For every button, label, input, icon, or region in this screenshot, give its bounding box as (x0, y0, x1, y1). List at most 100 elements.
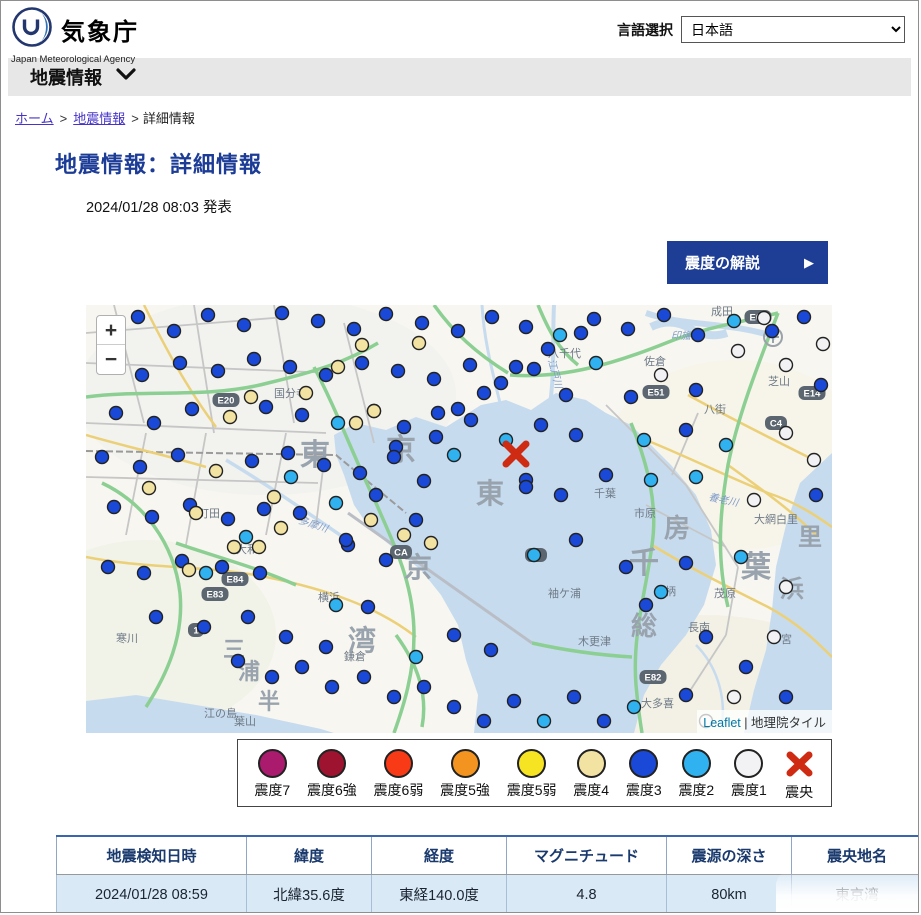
zoom-in-button[interactable]: + (97, 316, 125, 345)
intensity-dot (476, 385, 492, 401)
published-datetime: 2024/01/28 08:03 発表 (86, 200, 232, 216)
table-row: 2024/01/28 08:59 北緯35.6度 東経140.0度 4.8 80km 東京… (56, 874, 918, 912)
intensity-dot (264, 669, 280, 685)
intensity-dot (778, 579, 794, 595)
intensity-dot (170, 447, 186, 463)
earthquake-info-menu[interactable]: 地震情報 (8, 58, 911, 96)
intensity-dot (256, 501, 272, 517)
map-town-label: 袖ケ浦 (548, 586, 581, 600)
table-header-cell: 経度 (371, 835, 507, 875)
table-cell: 2024/01/28 08:59 (56, 874, 247, 912)
table-header-cell: マグニチュード (506, 835, 667, 875)
intensity-dot (428, 429, 444, 445)
intensity-dot (366, 403, 382, 419)
intensity-dot (363, 512, 379, 528)
intensity-dot (678, 422, 694, 438)
intensity-dot (518, 479, 534, 495)
epicenter-icon (786, 751, 813, 776)
road-shield-label: E82 (645, 673, 662, 684)
intensity-dot (806, 452, 822, 468)
breadcrumb-home-link[interactable]: ホーム (15, 111, 54, 126)
map-town-label: 葉山 (234, 714, 256, 728)
intensity-dot (230, 653, 246, 669)
intensity-dot (573, 325, 589, 341)
table-header-cell: 震央地名 (791, 835, 918, 875)
map-attribution: Leaflet | 地理院タイル (697, 710, 832, 733)
agency-name: 気象庁 (61, 19, 139, 46)
intensity-dot (200, 307, 216, 323)
intensity-dot (536, 713, 552, 729)
intensity-dot (568, 532, 584, 548)
intensity-color-icon (681, 748, 711, 778)
intensity-dot (338, 532, 354, 548)
intensity-legend: 震度7 震度6強 震度6弱 震度5強 震度5弱 震度4 震度3 震度2 震度1 震央 (237, 739, 832, 807)
earthquake-info-menu-label: 地震情報 (30, 68, 102, 88)
intensity-dot (378, 306, 394, 322)
language-select[interactable]: 日本語 (681, 16, 905, 43)
language-select-label: 言語選択 (617, 21, 673, 38)
intensity-color-icon (629, 748, 659, 778)
legend-label: 震度7 (254, 781, 291, 798)
intensity-explanation-button[interactable]: 震度の解説 ▶ (667, 241, 828, 284)
intensity-dot (354, 337, 370, 353)
map-town-label: 千葉 (594, 486, 616, 500)
intensity-dot (386, 449, 402, 465)
intensity-dot (236, 317, 252, 333)
legend-item: 震央 (784, 747, 815, 802)
leaflet-link[interactable]: Leaflet (703, 716, 741, 730)
intensity-dot (130, 309, 146, 325)
intensity-dot (746, 492, 762, 508)
intensity-dot (588, 355, 604, 371)
legend-label: 震度5弱 (506, 781, 557, 798)
road-shield-label: E20 (218, 396, 235, 407)
intensity-dot (328, 495, 344, 511)
legend-item: 震度6強 (307, 748, 357, 800)
map[interactable]: 東京東京湾千葉房総里浜三浦半成田佐倉八街芝山八千代国分寺町田大和鎌倉江の島葉山茂… (86, 305, 832, 733)
intensity-dot (636, 432, 652, 448)
intensity-dot (526, 361, 542, 377)
intensity-dot (166, 323, 182, 339)
road-shield-label: CA (394, 548, 408, 559)
intensity-dot (172, 355, 188, 371)
intensity-dot (243, 389, 259, 405)
intensity-dot (94, 449, 110, 465)
intensity-dot (210, 363, 226, 379)
legend-item: 震度7 (254, 748, 291, 800)
intensity-dot (330, 359, 346, 375)
intensity-color-icon (257, 748, 287, 778)
legend-item: 震度1 (731, 748, 767, 800)
intensity-dot (100, 559, 116, 575)
intensity-dot (526, 547, 542, 563)
breadcrumb-current: 詳細情報 (142, 111, 195, 126)
map-canvas: 東京東京湾千葉房総里浜三浦半成田佐倉八街芝山八千代国分寺町田大和鎌倉江の島葉山茂… (86, 305, 832, 733)
intensity-dot (141, 480, 157, 496)
intensity-dot (144, 509, 160, 525)
intensity-dot (623, 389, 639, 405)
legend-label: 震央 (785, 783, 814, 800)
intensity-dot (764, 323, 780, 339)
breadcrumb-separator: > (131, 111, 139, 126)
legend-item: 震度2 (678, 748, 714, 800)
road-shield-label: E51 (648, 388, 666, 399)
intensity-dot (450, 401, 466, 417)
intensity-dot (310, 313, 326, 329)
intensity-dot (294, 407, 310, 423)
intensity-dot (678, 687, 694, 703)
map-town-label: 茂原 (714, 586, 736, 600)
intensity-dot (282, 359, 298, 375)
intensity-dot (280, 445, 296, 461)
intensity-dot (134, 367, 150, 383)
attribution-separator: | (740, 716, 751, 730)
intensity-dot (273, 520, 289, 536)
intensity-dot (778, 689, 794, 705)
page-title: 地震情報：詳細情報 (55, 152, 263, 177)
road-shield: E20 (212, 393, 240, 407)
legend-item: 震度3 (626, 748, 662, 800)
zoom-out-button[interactable]: − (97, 345, 125, 374)
intensity-dot (678, 555, 694, 571)
breadcrumb-earthquake-link[interactable]: 地震情報 (73, 111, 125, 126)
intensity-dot (220, 511, 236, 527)
intensity-dot (618, 559, 634, 575)
road-shield-label: C4 (770, 419, 783, 430)
intensity-dot (586, 311, 602, 327)
